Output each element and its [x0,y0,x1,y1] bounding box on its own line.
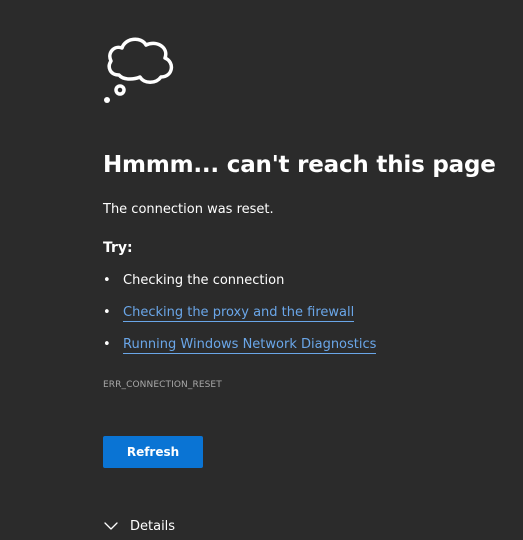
refresh-button[interactable]: Refresh [103,436,203,468]
bullet: • [103,305,111,320]
chevron-down-icon [104,522,118,530]
try-heading: Try: [103,240,133,256]
check-connection-text: Checking the connection [123,273,285,288]
error-page: Hmmm... can't reach this page The connec… [0,0,523,540]
thought-cloud-icon [104,37,174,103]
details-toggle[interactable]: Details [103,515,175,537]
details-label: Details [130,518,176,534]
error-code: ERR_CONNECTION_RESET [103,380,222,390]
bullet: • [103,273,111,288]
error-message: The connection was reset. [103,202,274,217]
bullet: • [103,337,111,352]
page-title: Hmmm... can't reach this page [103,152,496,178]
check-proxy-firewall-link[interactable]: Checking the proxy and the firewall [123,305,355,322]
network-diagnostics-link[interactable]: Running Windows Network Diagnostics [123,337,377,354]
